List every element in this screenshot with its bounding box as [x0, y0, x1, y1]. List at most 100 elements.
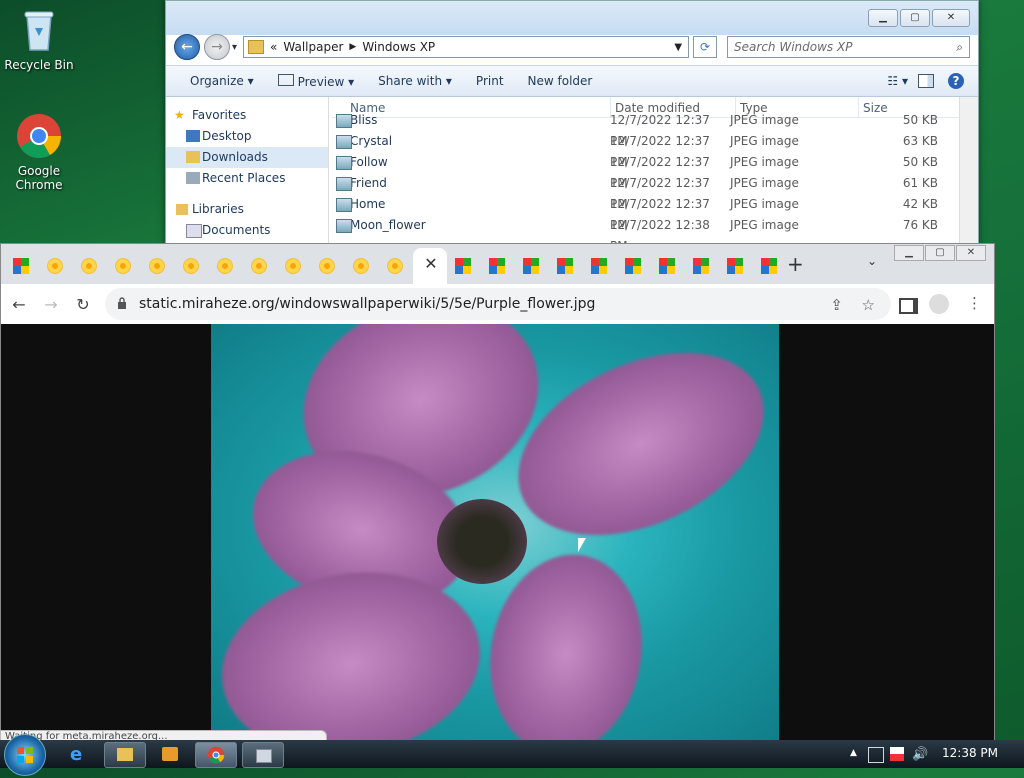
tab[interactable]	[277, 250, 307, 280]
page-viewport[interactable]	[1, 324, 994, 741]
file-row[interactable]: Friend 12/7/2022 12:37 PM JPEG image 61 KB	[332, 173, 960, 211]
recent-places-icon	[186, 172, 200, 184]
file-row[interactable]: Bliss 12/7/2022 12:37 PM JPEG image 50 KB	[332, 110, 960, 148]
search-placeholder: Search Windows XP	[734, 40, 853, 54]
tab[interactable]	[753, 250, 783, 280]
file-row[interactable]: Crystal 12/7/2022 12:37 PM JPEG image 63 KB	[332, 131, 960, 169]
help-icon[interactable]: ?	[948, 73, 964, 89]
breadcrumb-item[interactable]: Windows XP	[362, 40, 435, 54]
search-input[interactable]: Search Windows XP ⌕	[727, 36, 970, 58]
tab[interactable]	[481, 250, 511, 280]
taskbar-explorer[interactable]	[104, 742, 146, 768]
chevron-down-icon[interactable]: ▾	[232, 42, 237, 53]
address-bar[interactable]: « Wallpaper ▶ Windows XP ▼	[243, 36, 690, 58]
windows-logo-icon	[17, 747, 33, 763]
nav-libraries[interactable]: Libraries	[166, 199, 328, 220]
tab[interactable]	[719, 250, 749, 280]
nav-recent-places[interactable]: Recent Places	[166, 168, 328, 189]
taskbar-internet-explorer[interactable]: e	[58, 742, 98, 766]
tab[interactable]	[107, 250, 137, 280]
chrome-toolbar: ← → ↻ static.miraheze.org/windowswallpap…	[1, 284, 994, 324]
desktop-icon-google-chrome[interactable]: Google Chrome	[1, 112, 77, 192]
nav-favorites[interactable]: ★ Favorites	[166, 105, 328, 126]
chrome-minimize-button[interactable]: ▁	[894, 245, 924, 261]
file-list-scrollbar[interactable]	[959, 97, 978, 245]
purple-flower-image	[211, 324, 779, 741]
tab[interactable]	[651, 250, 681, 280]
share-icon[interactable]: ⇪	[830, 296, 843, 314]
new-tab-button[interactable]: +	[787, 252, 804, 276]
view-options-icon[interactable]: ☷ ▾	[887, 74, 908, 88]
file-row[interactable]: Home 12/7/2022 12:37 PM JPEG image 42 KB	[332, 194, 960, 232]
tab[interactable]	[311, 250, 341, 280]
tab[interactable]	[345, 250, 375, 280]
mouse-cursor	[578, 538, 586, 552]
action-center-flag-icon[interactable]	[890, 747, 904, 761]
share-with-button[interactable]: Share with ▾	[366, 74, 464, 88]
more-menu-icon[interactable]: ⋮	[967, 294, 982, 312]
forward-button[interactable]: →	[204, 34, 230, 60]
new-folder-button[interactable]: New folder	[516, 74, 605, 88]
file-row[interactable]: Follow 12/7/2022 12:37 PM JPEG image 50 KB	[332, 152, 960, 190]
tab[interactable]	[447, 250, 477, 280]
back-arrow-icon[interactable]: ←	[3, 295, 35, 314]
chrome-logo-icon	[15, 112, 63, 160]
close-button[interactable]: ✕	[932, 9, 970, 27]
tab[interactable]	[175, 250, 205, 280]
print-button[interactable]: Print	[464, 74, 516, 88]
breadcrumb-item[interactable]: Wallpaper	[283, 40, 343, 54]
clock[interactable]: 12:38 PM	[942, 746, 998, 760]
profile-avatar-icon[interactable]	[929, 294, 949, 314]
back-button[interactable]: ←	[174, 34, 200, 60]
close-tab-icon[interactable]: ✕	[421, 254, 441, 274]
tab[interactable]	[379, 250, 409, 280]
nav-documents[interactable]: Documents	[166, 220, 328, 241]
organize-button[interactable]: Organize ▾	[166, 74, 266, 88]
nav-downloads[interactable]: Downloads	[166, 147, 328, 168]
chrome-maximize-button[interactable]: ▢	[925, 245, 955, 261]
tab[interactable]	[141, 250, 171, 280]
tab[interactable]	[549, 250, 579, 280]
desktop-icon-recycle-bin[interactable]: Recycle Bin	[1, 6, 77, 72]
folder-icon	[248, 40, 265, 54]
taskbar-media-player[interactable]	[150, 742, 190, 766]
forward-arrow-icon[interactable]: →	[35, 295, 67, 314]
taskbar-app[interactable]	[242, 742, 284, 768]
network-icon[interactable]	[868, 747, 884, 763]
maximize-button[interactable]: ▢	[900, 9, 930, 27]
nav-desktop[interactable]: Desktop	[166, 126, 328, 147]
minimize-button[interactable]: ▁	[868, 9, 898, 27]
flower-favicon-icon	[251, 258, 267, 274]
file-row[interactable]: Moon_flower12/7/2022 12:38 PMJPEG image7…	[332, 215, 960, 245]
explorer-titlebar[interactable]: ▁ ▢ ✕	[166, 1, 978, 35]
tab[interactable]	[73, 250, 103, 280]
address-bar[interactable]: static.miraheze.org/windowswallpaperwiki…	[105, 288, 891, 320]
tab[interactable]	[583, 250, 613, 280]
tab[interactable]	[5, 250, 35, 280]
tab-search-chevron-icon[interactable]: ⌄	[867, 254, 877, 268]
side-panel-icon[interactable]	[899, 298, 918, 314]
flower-favicon-icon	[285, 258, 301, 274]
tab[interactable]	[39, 250, 69, 280]
tab[interactable]	[617, 250, 647, 280]
chrome-close-button[interactable]: ✕	[956, 245, 986, 261]
tab[interactable]	[209, 250, 239, 280]
jpeg-file-icon	[336, 135, 352, 149]
flower-favicon-icon	[319, 258, 335, 274]
tab[interactable]	[685, 250, 715, 280]
volume-icon[interactable]: 🔊	[912, 747, 928, 762]
refresh-button[interactable]: ⟳	[693, 36, 718, 58]
preview-pane-icon[interactable]	[918, 74, 934, 88]
bookmark-star-icon[interactable]: ☆	[862, 296, 875, 314]
desktop-icon	[186, 130, 200, 142]
chevron-down-icon[interactable]: ▼	[674, 42, 682, 53]
preview-button[interactable]: Preview ▾	[266, 73, 367, 89]
tab[interactable]	[515, 250, 545, 280]
tab[interactable]	[243, 250, 273, 280]
start-button[interactable]	[4, 734, 46, 776]
reload-icon[interactable]: ↻	[67, 295, 99, 314]
taskbar-chrome[interactable]	[195, 742, 237, 768]
show-hidden-icons-icon[interactable]: ▲	[850, 748, 864, 762]
system-tray: ▲ 🔊 12:38 PM	[844, 740, 1024, 768]
flower-center	[437, 499, 527, 584]
